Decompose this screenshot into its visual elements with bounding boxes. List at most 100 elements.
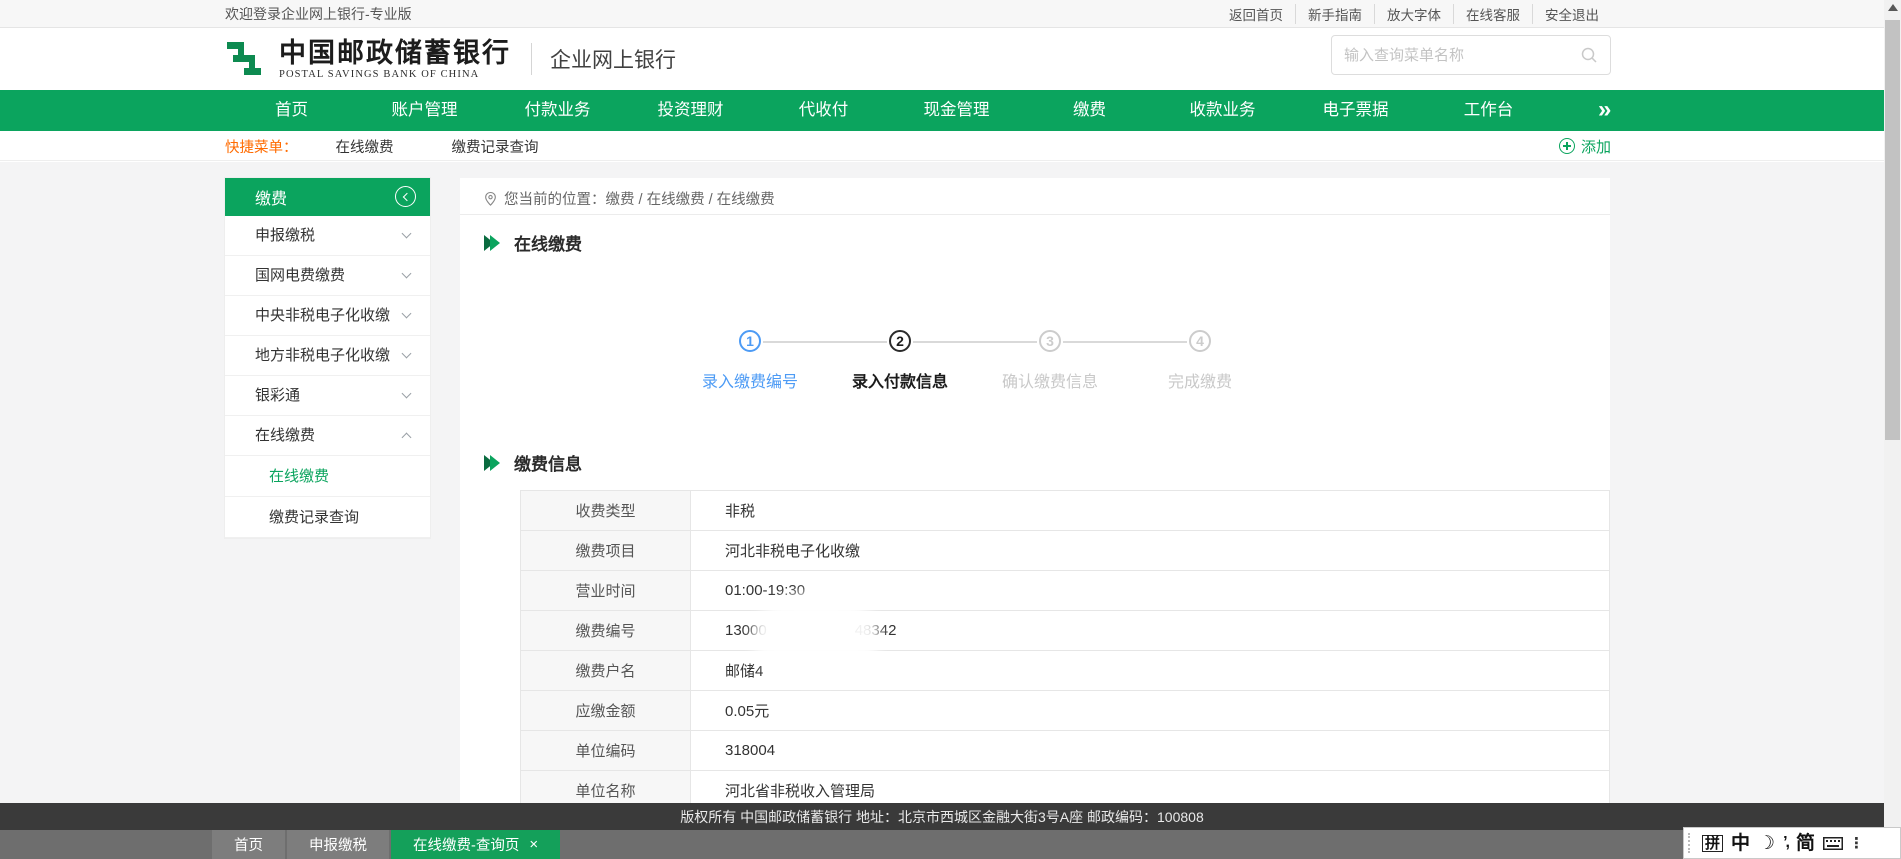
chevron-down-icon [402,389,412,399]
scrollbar-up-arrow-icon[interactable] [1888,4,1898,11]
breadcrumb-path: 缴费 / 在线缴费 / 在线缴费 [606,188,775,209]
row-value-redacted: 13000 48342 [691,611,1609,650]
menu-search-box [1331,35,1611,75]
nav-item-workbench[interactable]: 工作台 [1422,90,1555,131]
breadcrumb: 您当前的位置： 缴费 / 在线缴费 / 在线缴费 [484,188,775,209]
step-3-label: 确认缴费信息 [975,368,1125,392]
bottom-tab-tax-declaration[interactable]: 申报缴税 [287,830,389,859]
quick-item-online-payment[interactable]: 在线缴费 [336,136,394,157]
sidebar-item-central-nontax[interactable]: 中央非税电子化收缴 [225,296,430,336]
quick-menu-bar: 快捷菜单： 在线缴费 缴费记录查询 添加 [0,131,1884,161]
row-value: 邮储4 [691,651,1609,690]
row-value: 河北非税电子化收缴 [691,531,1609,570]
step-2-label: 录入付款信息 [825,368,975,392]
breadcrumb-prefix: 您当前的位置： [504,188,606,209]
top-link-logout[interactable]: 安全退出 [1532,4,1611,24]
chevron-up-icon [402,433,412,443]
add-label: 添加 [1581,136,1611,157]
sidebar-item-local-nontax[interactable]: 地方非税电子化收缴 [225,336,430,376]
step-2-circle: 2 [889,330,911,352]
step-connector [763,341,887,343]
bottom-tab-home[interactable]: 首页 [212,830,285,859]
sidebar-item-yincaitong[interactable]: 银彩通 [225,376,430,416]
sidebar-header: 缴费 [225,178,430,216]
close-icon[interactable]: × [529,836,538,853]
nav-more-chevron-icon[interactable]: » [1598,90,1609,131]
step-4-circle: 4 [1189,330,1211,352]
main-nav: 首页 账户管理 付款业务 投资理财 代收付 现金管理 缴费 收款业务 电子票据 … [0,90,1884,131]
ime-fullwidth-moon-icon[interactable]: ☽ [1758,834,1775,853]
ime-punctuation-icon[interactable]: ’, [1783,835,1788,851]
top-welcome-bar: 欢迎登录企业网上银行-专业版 返回首页 新手指南 放大字体 在线客服 安全退出 [0,0,1884,28]
top-link-home[interactable]: 返回首页 [1217,4,1295,24]
row-value: 01:00-19:30 [691,571,1609,610]
section-marker-icon [484,455,506,471]
step-3-circle: 3 [1039,330,1061,352]
row-label: 缴费项目 [521,531,691,570]
nav-item-receivables[interactable]: 收款业务 [1156,90,1289,131]
nav-item-cash-management[interactable]: 现金管理 [890,90,1023,131]
ime-grip-handle[interactable] [1688,833,1692,853]
step-connector [913,341,1037,343]
copyright-text: 版权所有 中国邮政储蓄银行 地址：北京市西城区金融大街3号A座 邮政编码：100… [680,807,1204,827]
table-row: 缴费项目 河北非税电子化收缴 [521,531,1609,571]
ime-simplified-icon[interactable]: 简 [1796,834,1815,853]
ime-more-icon[interactable]: ⋮ [1849,834,1864,852]
psbc-emblem-icon [225,37,269,81]
nav-item-accounts[interactable]: 账户管理 [358,90,491,131]
step-1-label: 录入缴费编号 [675,368,825,392]
nav-item-home[interactable]: 首页 [225,90,358,131]
ime-toolbar: 拼 中 ☽ ’, 简 ⋮ [1683,827,1901,859]
bottom-tab-online-payment-query[interactable]: 在线缴费-查询页 × [391,830,560,859]
quick-item-payment-history[interactable]: 缴费记录查询 [452,136,539,157]
ime-pinyin-icon[interactable]: 拼 [1702,835,1723,852]
section-marker-icon [484,235,506,251]
header: 中国邮政储蓄银行 POSTAL SAVINGS BANK OF CHINA 企业… [0,29,1884,90]
row-value: 0.05元 [691,691,1609,730]
sidebar: 缴费 申报缴税 国网电费缴费 中央非税电子化收缴 地方非税电子化收缴 银彩通 在… [225,178,430,538]
vertical-scrollbar[interactable] [1884,0,1901,859]
top-link-guide[interactable]: 新手指南 [1295,4,1374,24]
divider [460,214,1610,215]
welcome-text: 欢迎登录企业网上银行-专业版 [225,4,412,24]
bank-logo: 中国邮政储蓄银行 POSTAL SAVINGS BANK OF CHINA 企业… [225,37,676,81]
row-label: 营业时间 [521,571,691,610]
step-4-label: 完成缴费 [1125,368,1275,392]
row-label: 缴费编号 [521,611,691,650]
sidebar-item-state-grid-electricity[interactable]: 国网电费缴费 [225,256,430,296]
top-link-service[interactable]: 在线客服 [1453,4,1532,24]
nav-item-bill-pay[interactable]: 缴费 [1023,90,1156,131]
section-title-payment-info: 缴费信息 [484,450,582,475]
section-title-online-payment: 在线缴费 [484,230,582,255]
bottom-tab-bar: 首页 申报缴税 在线缴费-查询页 × [0,830,1884,859]
table-row: 营业时间 01:00-19:30 [521,571,1609,611]
payment-info-table: 收费类型 非税 缴费项目 河北非税电子化收缴 营业时间 01:00-19:30 … [520,490,1610,811]
sidebar-item-online-payment[interactable]: 在线缴费 [225,416,430,456]
nav-item-payments[interactable]: 付款业务 [491,90,624,131]
chevron-down-icon [402,349,412,359]
sidebar-item-tax-declaration[interactable]: 申报缴税 [225,216,430,256]
search-icon[interactable] [1580,46,1598,64]
search-input[interactable] [1344,47,1580,64]
nav-item-e-bills[interactable]: 电子票据 [1289,90,1422,131]
nav-item-investment[interactable]: 投资理财 [624,90,757,131]
ime-chinese-mode-icon[interactable]: 中 [1731,834,1750,853]
page: 欢迎登录企业网上银行-专业版 返回首页 新手指南 放大字体 在线客服 安全退出 [0,0,1901,859]
step-1-circle: 1 [739,330,761,352]
scrollbar-thumb[interactable] [1885,20,1900,440]
add-quick-menu-button[interactable]: 添加 [1559,131,1611,161]
step-connector [1063,341,1187,343]
location-pin-icon [484,191,497,207]
ime-keyboard-icon[interactable] [1823,837,1843,850]
sidebar-collapse-icon[interactable] [395,186,416,207]
table-row: 缴费编号 13000 48342 [521,611,1609,651]
sidebar-subitem-payment-history[interactable]: 缴费记录查询 [225,497,430,538]
table-row: 单位编码 318004 [521,731,1609,771]
top-links: 返回首页 新手指南 放大字体 在线客服 安全退出 [1217,4,1611,24]
main-panel: 您当前的位置： 缴费 / 在线缴费 / 在线缴费 在线缴费 1 2 3 4 录入… [460,178,1610,803]
top-link-font-size[interactable]: 放大字体 [1374,4,1453,24]
quick-menu-label: 快捷菜单： [225,136,298,157]
row-label: 单位编码 [521,731,691,770]
nav-item-collection-payment[interactable]: 代收付 [757,90,890,131]
sidebar-subitem-online-payment[interactable]: 在线缴费 [225,456,430,497]
